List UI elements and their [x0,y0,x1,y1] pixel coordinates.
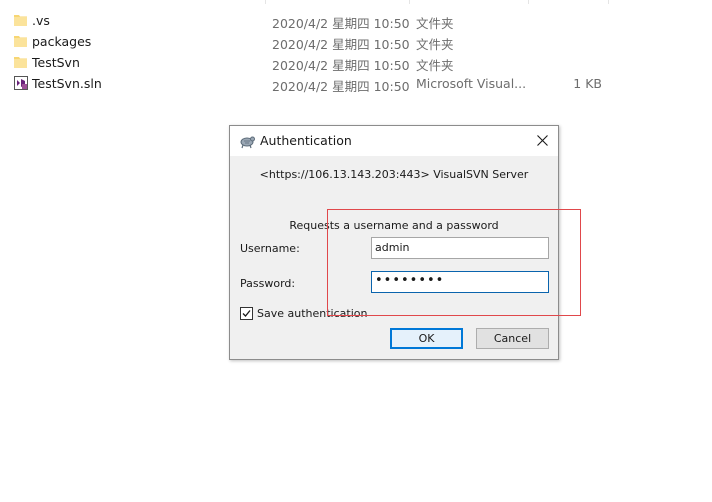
save-authentication-checkbox[interactable] [240,307,253,320]
close-icon [537,135,548,146]
password-input[interactable]: •••••••• [371,271,549,293]
file-row-testsvn[interactable]: TestSvn 2020/4/2 星期四 10:50 文件夹 [0,52,712,73]
file-date: 2020/4/2 星期四 10:50 [272,79,410,94]
file-row-testsvn-sln[interactable]: TestSvn.sln 2020/4/2 星期四 10:50 Microsoft… [0,73,712,94]
file-row-packages[interactable]: packages 2020/4/2 星期四 10:50 文件夹 [0,31,712,52]
password-label: Password: [240,277,296,290]
close-button[interactable] [528,126,558,156]
checkmark-icon [242,310,251,317]
column-separator [608,0,609,4]
file-size: 1 KB [573,76,602,91]
file-name: TestSvn.sln [32,76,102,91]
ok-button[interactable]: OK [390,328,463,349]
file-name: TestSvn [32,55,80,70]
column-separator [409,0,410,4]
file-row-vs[interactable]: .vs 2020/4/2 星期四 10:50 文件夹 [0,10,712,31]
file-type: 文件夹 [416,58,454,73]
visual-studio-solution-icon [14,76,28,90]
username-input[interactable]: admin [371,237,549,259]
column-separator [528,0,529,4]
auth-prompt-text: Requests a username and a password [289,219,499,232]
folder-icon [14,34,27,48]
tortoise-svn-icon [239,133,255,149]
file-date: 2020/4/2 星期四 10:50 [272,58,410,73]
dialog-title: Authentication [260,133,352,148]
file-type: 文件夹 [416,37,454,52]
column-separator [265,0,266,4]
dialog-titlebar[interactable]: Authentication [230,126,558,156]
save-authentication-label: Save authentication [257,307,368,320]
file-name: .vs [32,13,50,28]
authentication-dialog: Authentication <https://106.13.143.203:4… [229,125,559,360]
folder-icon [14,13,27,27]
file-date: 2020/4/2 星期四 10:50 [272,16,410,31]
file-name: packages [32,34,92,49]
file-date: 2020/4/2 星期四 10:50 [272,37,410,52]
file-type: 文件夹 [416,16,454,31]
cancel-button[interactable]: Cancel [476,328,549,349]
username-label: Username: [240,242,300,255]
auth-prompt: Requests a username and a password [230,219,558,232]
file-type: Microsoft Visual... [416,76,527,91]
server-realm: <https://106.13.143.203:443> VisualSVN S… [259,168,529,181]
folder-icon [14,55,27,69]
